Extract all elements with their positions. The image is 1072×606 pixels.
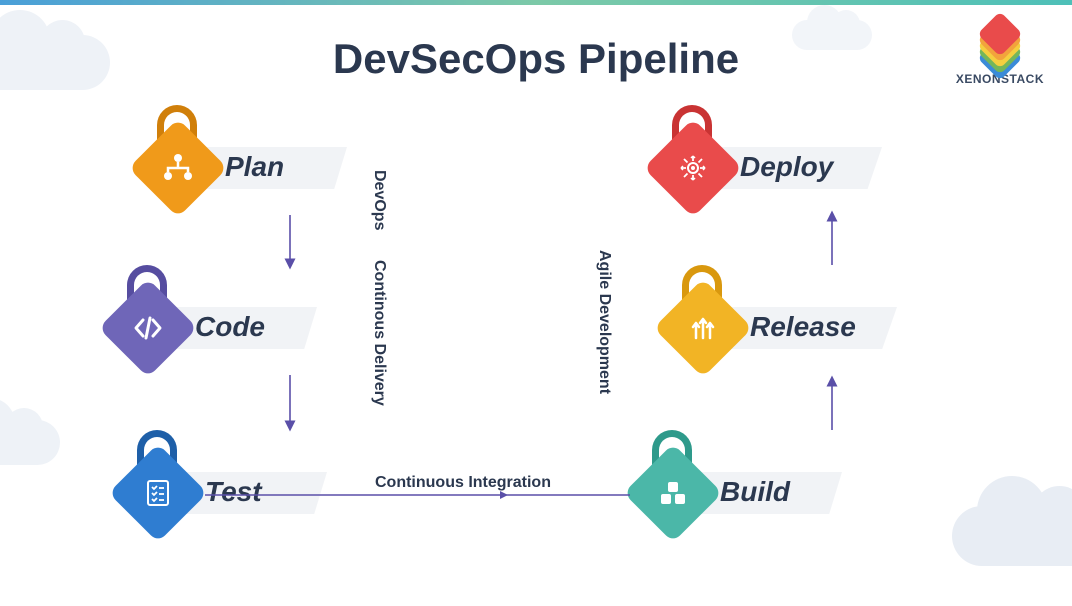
- stage-label: Deploy: [740, 151, 833, 183]
- flow-label-ci: Continuous Integration: [375, 474, 551, 492]
- stage-label: Plan: [225, 151, 284, 183]
- arrows-up-icon: [687, 312, 719, 344]
- stage-label: Release: [750, 311, 856, 343]
- lock-icon: [630, 430, 716, 530]
- stage-deploy: Deploy: [650, 105, 736, 205]
- stage-label: Build: [720, 476, 790, 508]
- lock-icon: [650, 105, 736, 205]
- flow-label-cd: Continous Delivery: [370, 260, 388, 406]
- brand-logo: XENONSTACK: [956, 18, 1044, 86]
- top-gradient-bar: [0, 0, 1072, 5]
- lock-icon: [115, 430, 201, 530]
- cloud-decoration: [0, 420, 60, 465]
- blocks-icon: [657, 477, 689, 509]
- hierarchy-icon: [160, 150, 196, 186]
- code-icon: [131, 311, 165, 345]
- stage-build: Build: [630, 430, 716, 530]
- flow-label-devops: DevOps: [370, 170, 388, 230]
- stage-label: Test: [205, 476, 262, 508]
- gear-expand-icon: [676, 151, 710, 185]
- cloud-decoration: [952, 506, 1072, 566]
- lock-icon: [135, 105, 221, 205]
- stage-code: Code: [105, 265, 191, 365]
- stage-label: Code: [195, 311, 265, 343]
- lock-icon: [660, 265, 746, 365]
- checklist-icon: [142, 477, 174, 509]
- logo-stack-icon: [973, 18, 1027, 66]
- stage-release: Release: [660, 265, 746, 365]
- flow-label-agile: Agile Development: [595, 250, 613, 394]
- stage-plan: Plan: [135, 105, 221, 205]
- stage-test: Test: [115, 430, 201, 530]
- page-title: DevSecOps Pipeline: [0, 35, 1072, 83]
- lock-icon: [105, 265, 191, 365]
